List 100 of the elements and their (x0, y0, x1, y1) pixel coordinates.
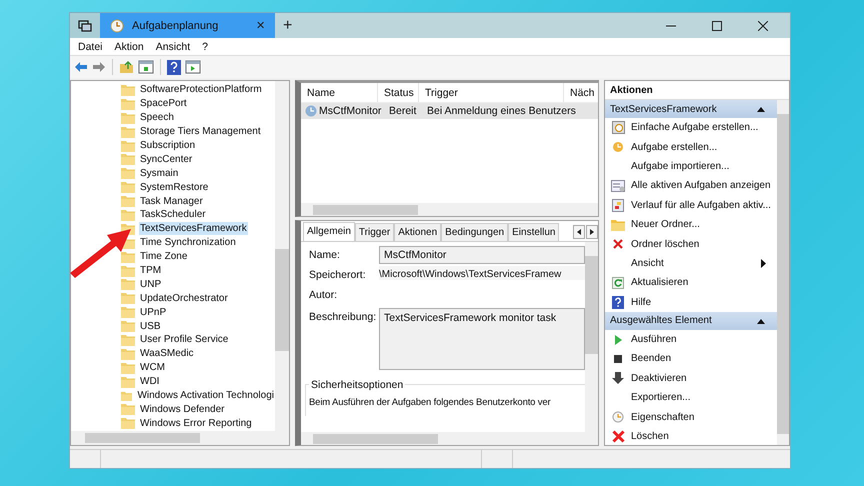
scrollbar[interactable] (777, 100, 789, 445)
action-item[interactable]: Ansicht (605, 254, 777, 274)
forward-arrow-icon[interactable] (92, 61, 106, 73)
tree-item[interactable]: Time Synchronization (139, 236, 237, 250)
scrollbar[interactable] (71, 431, 289, 445)
column-header[interactable]: Status (378, 83, 419, 102)
panel-icon[interactable] (138, 60, 154, 74)
scroll-right-icon[interactable] (586, 225, 598, 239)
action-item[interactable]: Aufgabe importieren... (605, 156, 777, 176)
tree-item[interactable]: SystemRestore (139, 180, 210, 194)
action-item[interactable]: Löschen (605, 426, 777, 445)
action-item[interactable]: Ordner löschen (605, 234, 777, 254)
tab[interactable]: Aktionen (394, 223, 442, 241)
tab[interactable]: Trigger (354, 223, 394, 241)
section-header[interactable]: TextServicesFramework (605, 100, 777, 118)
collapse-icon[interactable] (757, 318, 765, 324)
folder-icon (121, 84, 135, 96)
menu-item[interactable]: Ansicht (156, 40, 190, 52)
field-label: Speicherort: (309, 268, 367, 281)
tree-item[interactable]: TextServicesFramework (139, 222, 248, 236)
table-cell-text: Bereit (388, 105, 418, 117)
folder-icon (121, 153, 135, 166)
action-item[interactable]: Aufgabe erstellen... (605, 137, 777, 157)
tree-item[interactable]: Subscription (139, 139, 196, 152)
scrollbar[interactable] (301, 432, 598, 445)
tree-item[interactable]: TPM (139, 264, 162, 278)
window-tab[interactable]: Aufgabenplanung ✕ (100, 13, 275, 38)
menu-item[interactable]: Datei (78, 40, 103, 52)
tree-item[interactable]: Task Manager (139, 194, 204, 208)
field-label: Name: (309, 248, 341, 261)
action-item[interactable]: Deaktivieren (605, 368, 777, 388)
tree-item[interactable]: WCM (139, 361, 166, 374)
tree-item[interactable]: Storage Tiers Management (139, 125, 262, 138)
folder-up-icon[interactable] (119, 60, 134, 74)
tree-item[interactable]: SoftwareProtectionPlatform (139, 83, 263, 96)
windows-icon (78, 20, 92, 32)
column-header[interactable]: Trigger (419, 83, 564, 102)
name-field[interactable]: MsCtfMonitor (379, 246, 585, 264)
field-value: \Microsoft\Windows\TextServicesFramew (379, 266, 585, 280)
tree-item[interactable]: USB (139, 320, 162, 333)
tree-item[interactable]: Windows Activation Technologi (136, 389, 275, 402)
tab[interactable]: Einstellun (508, 223, 560, 241)
tab[interactable]: Bedingungen (441, 223, 508, 241)
task-view-button[interactable] (70, 13, 100, 38)
tree-item[interactable]: SyncCenter (139, 152, 194, 166)
tree-item[interactable]: Time Zone (139, 250, 188, 264)
tree-item[interactable]: Speech (139, 111, 175, 124)
column-header[interactable]: Name (301, 83, 378, 102)
tree-item[interactable]: TaskScheduler (139, 208, 207, 222)
scrollbar[interactable] (585, 242, 598, 432)
action-item[interactable]: Neuer Ordner... (605, 214, 777, 234)
section-header[interactable]: Ausgewähltes Element (605, 312, 777, 330)
close-icon[interactable] (758, 20, 768, 30)
help-icon[interactable] (167, 60, 181, 74)
scrollbar[interactable] (275, 81, 289, 431)
folder-icon (121, 320, 135, 332)
task-row[interactable]: MsCtfMonitor Bereit Bei Anmeldung eines Benutzers (301, 103, 598, 119)
window-list-icon (611, 180, 625, 192)
action-item[interactable]: Aktualisieren (605, 273, 777, 293)
tree-item[interactable]: User Profile Service (139, 333, 230, 346)
action-item[interactable]: Alle aktiven Aufgaben anzeigen (605, 176, 777, 196)
folder-icon (121, 376, 135, 388)
column-header[interactable]: Näch (564, 83, 598, 102)
help-icon (612, 296, 624, 309)
field-label: Beschreibung: (309, 310, 378, 323)
panel-icon[interactable] (185, 60, 201, 74)
folder-icon (121, 403, 135, 416)
tree-item[interactable]: WaaSMedic (139, 347, 195, 360)
tree-item[interactable]: UNP (139, 278, 162, 291)
tree-item[interactable]: UpdateOrchestrator (139, 292, 229, 305)
scroll-left-icon[interactable] (573, 225, 585, 239)
menu-item[interactable]: Aktion (114, 40, 144, 52)
back-arrow-icon[interactable] (74, 61, 88, 73)
action-item[interactable]: Beenden (605, 349, 777, 369)
action-item[interactable]: Einfache Aufgabe erstellen... (605, 118, 777, 138)
collapse-icon[interactable] (757, 106, 765, 112)
scrollbar[interactable] (301, 203, 598, 216)
action-item[interactable]: Exportieren... (605, 388, 777, 408)
description-field[interactable]: TextServicesFramework monitor task (379, 308, 585, 370)
action-item[interactable]: Hilfe (605, 292, 777, 312)
maximize-icon[interactable] (712, 20, 722, 30)
action-item[interactable]: Eigenschaften (605, 407, 777, 427)
down-arrow-icon (612, 372, 624, 384)
new-tab-button[interactable]: + (275, 13, 300, 38)
tree-item[interactable]: WDI (139, 375, 160, 388)
tree-item[interactable]: Sysmain (139, 166, 180, 180)
play-icon (613, 334, 623, 346)
folder-icon (121, 362, 135, 374)
close-button[interactable]: ✕ (256, 19, 265, 32)
folder-icon (121, 126, 135, 138)
tree-item[interactable]: Windows Error Reporting (139, 416, 253, 430)
menu-item[interactable]: ? (202, 40, 208, 52)
folder-icon (121, 140, 135, 152)
tree-item[interactable]: Windows Defender (139, 402, 226, 416)
folder-icon (121, 195, 135, 208)
tab[interactable]: Allgemein (303, 222, 355, 241)
tree-item[interactable]: SpacePort (139, 97, 188, 110)
action-item[interactable]: Ausführen (605, 330, 777, 350)
action-item[interactable]: Verlauf für alle Aufgaben aktiv... (605, 196, 777, 215)
tree-item[interactable]: UPnP (139, 306, 168, 319)
